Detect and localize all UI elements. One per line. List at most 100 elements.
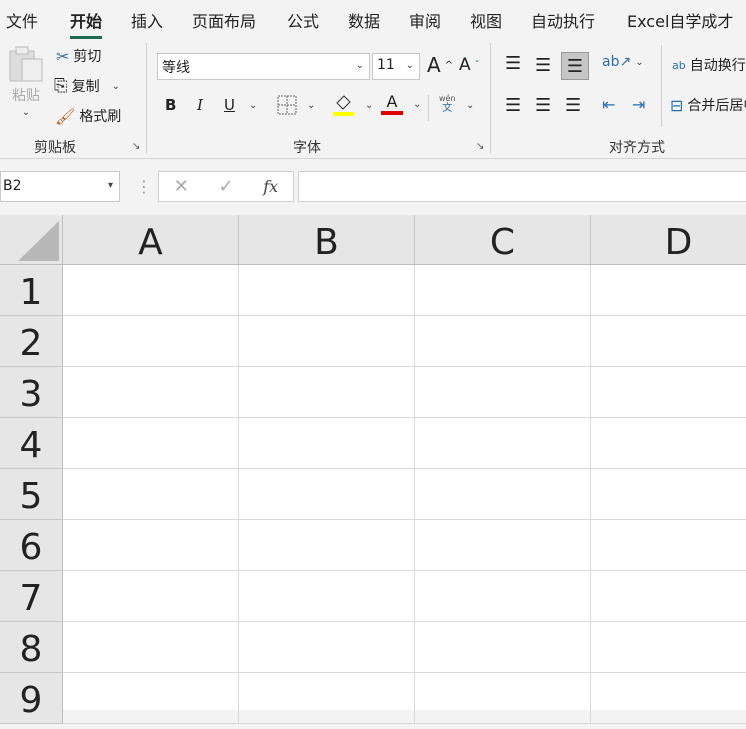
cell-B9[interactable] [239, 673, 415, 724]
cell-D4[interactable] [591, 418, 746, 469]
font-name-select[interactable]: 等线 ⌄ [157, 53, 370, 80]
font-size-select[interactable]: 11 ⌄ [372, 53, 420, 80]
column-header-A[interactable]: A [63, 215, 239, 265]
tab-page-layout[interactable]: 页面布局 [192, 8, 256, 32]
cell-A8[interactable] [63, 622, 239, 673]
cancel-icon[interactable]: ✕ [174, 176, 189, 197]
name-box[interactable]: B2 ▾ [0, 171, 120, 202]
borders-button[interactable]: ⌄ [277, 95, 315, 115]
wrap-text-button[interactable]: ab 自动换行 [672, 55, 746, 75]
cell-C4[interactable] [415, 418, 591, 469]
cell-B8[interactable] [239, 622, 415, 673]
align-left-button[interactable]: ☰ [505, 95, 521, 116]
cell-C8[interactable] [415, 622, 591, 673]
cell-A2[interactable] [63, 316, 239, 367]
shrink-font-button[interactable]: Aˇ [459, 55, 480, 75]
cell-B4[interactable] [239, 418, 415, 469]
align-top-button[interactable]: ☰ [505, 53, 521, 74]
format-painter-button[interactable]: 🖌 格式刷 [55, 106, 121, 126]
underline-button[interactable]: U [224, 96, 235, 114]
tab-review[interactable]: 审阅 [409, 8, 441, 32]
cell-B6[interactable] [239, 520, 415, 571]
cut-button[interactable]: ✂ 剪切 [56, 46, 101, 66]
increase-indent-button[interactable]: ⇥ [632, 95, 645, 114]
chevron-down-icon[interactable]: ⌄ [112, 81, 120, 92]
cell-D7[interactable] [591, 571, 746, 622]
tab-insert[interactable]: 插入 [131, 8, 163, 32]
merge-center-button[interactable]: ⊟合并后居中 [670, 95, 746, 115]
cell-D2[interactable] [591, 316, 746, 367]
dialog-launcher-icon[interactable]: ↘ [476, 141, 484, 152]
column-header-B[interactable]: B [239, 215, 415, 265]
tab-excel-self-study[interactable]: Excel自学成才 [627, 8, 733, 32]
row-header-4[interactable]: 4 [0, 418, 63, 469]
font-color-button[interactable]: A ⌄ [381, 93, 421, 115]
row-header-2[interactable]: 2 [0, 316, 63, 367]
row-header-6[interactable]: 6 [0, 520, 63, 571]
cell-C7[interactable] [415, 571, 591, 622]
cell-A9[interactable] [63, 673, 239, 724]
cell-D3[interactable] [591, 367, 746, 418]
insert-function-button[interactable]: fx [263, 177, 278, 196]
enter-icon[interactable]: ✓ [219, 176, 234, 197]
cell-B7[interactable] [239, 571, 415, 622]
cell-D6[interactable] [591, 520, 746, 571]
orientation-button[interactable]: ab↗ ⌄ [602, 54, 644, 70]
row-header-1[interactable]: 1 [0, 265, 63, 316]
cell-B5[interactable] [239, 469, 415, 520]
cell-C3[interactable] [415, 367, 591, 418]
cell-D5[interactable] [591, 469, 746, 520]
column-header-C[interactable]: C [415, 215, 591, 265]
row-header-9[interactable]: 9 [0, 673, 63, 724]
copy-button[interactable]: ⎘ 复制 ⌄ [54, 76, 120, 96]
cell-D8[interactable] [591, 622, 746, 673]
align-bottom-button[interactable]: ☰ [561, 52, 589, 80]
cell-A4[interactable] [63, 418, 239, 469]
grow-font-button[interactable]: A ^ [427, 53, 453, 77]
cell-B2[interactable] [239, 316, 415, 367]
formula-input[interactable] [298, 171, 746, 202]
cell-C6[interactable] [415, 520, 591, 571]
align-right-button[interactable]: ☰ [565, 95, 581, 116]
row-header-5[interactable]: 5 [0, 469, 63, 520]
row-header-7[interactable]: 7 [0, 571, 63, 622]
cell-C1[interactable] [415, 265, 591, 316]
cell-A1[interactable] [63, 265, 239, 316]
wrap-text-icon: ab [672, 58, 686, 72]
bold-button[interactable]: B [165, 96, 176, 114]
tab-home[interactable]: 开始 [70, 8, 103, 39]
align-center-button[interactable]: ☰ [535, 95, 551, 116]
tab-file[interactable]: 文件 [6, 8, 38, 32]
cell-A6[interactable] [63, 520, 239, 571]
cell-C5[interactable] [415, 469, 591, 520]
paste-button[interactable]: 粘贴 ⌄ [8, 45, 44, 118]
tab-automate[interactable]: 自动执行 [531, 8, 595, 32]
clipboard-icon [9, 46, 43, 82]
decrease-indent-button[interactable]: ⇤ [602, 95, 615, 114]
cell-D9[interactable] [591, 673, 746, 724]
italic-button[interactable]: I [197, 96, 203, 114]
row-header-8[interactable]: 8 [0, 622, 63, 673]
cell-A5[interactable] [63, 469, 239, 520]
align-middle-button[interactable]: ☰ [535, 55, 551, 76]
cell-B1[interactable] [239, 265, 415, 316]
tab-formulas[interactable]: 公式 [287, 8, 319, 32]
phonetic-button[interactable]: wén 文 [439, 94, 456, 114]
column-header-D[interactable]: D [591, 215, 746, 265]
wrap-text-label: 自动换行 [689, 58, 746, 74]
select-all-button[interactable] [0, 215, 63, 265]
row-header-3[interactable]: 3 [0, 367, 63, 418]
cell-C2[interactable] [415, 316, 591, 367]
cell-A3[interactable] [63, 367, 239, 418]
fill-color-button[interactable]: ⌄ [333, 93, 373, 117]
cell-C9[interactable] [415, 673, 591, 724]
tab-data[interactable]: 数据 [348, 8, 380, 32]
chevron-down-icon[interactable]: ⌄ [249, 100, 257, 111]
group-label-clipboard: 剪贴板 [34, 140, 76, 156]
cell-B3[interactable] [239, 367, 415, 418]
chevron-down-icon[interactable]: ⌄ [466, 100, 474, 111]
tab-view[interactable]: 视图 [470, 8, 502, 32]
cell-A7[interactable] [63, 571, 239, 622]
cell-D1[interactable] [591, 265, 746, 316]
dialog-launcher-icon[interactable]: ↘ [132, 141, 140, 152]
